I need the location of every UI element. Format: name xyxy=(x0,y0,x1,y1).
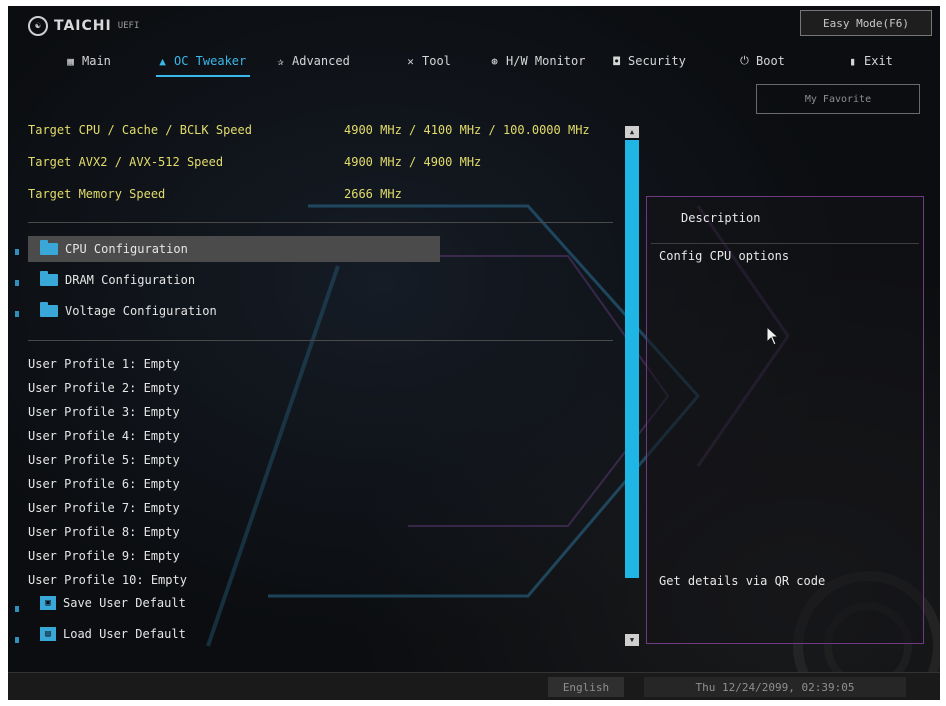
description-panel: Description Config CPU options Get detai… xyxy=(646,196,924,644)
folder-icon xyxy=(40,302,58,317)
user-profile-1[interactable]: User Profile 1: Empty xyxy=(28,354,180,374)
target-memory-label: Target Memory Speed xyxy=(28,187,166,201)
tab-boot-label: Boot xyxy=(756,54,785,68)
tab-oc-tweaker-label: OC Tweaker xyxy=(174,54,247,68)
brand-name: TAICHI xyxy=(54,18,112,34)
language-selector[interactable]: English xyxy=(548,677,624,697)
user-profile-10[interactable]: User Profile 10: Empty xyxy=(28,570,187,590)
user-profile-2[interactable]: User Profile 2: Empty xyxy=(28,378,180,398)
load-user-default-item[interactable]: ▤ Load User Default xyxy=(28,622,186,646)
item-bullet xyxy=(15,311,19,317)
status-bar: English Thu 12/24/2099, 02:39:05 xyxy=(8,672,940,700)
exit-icon: ▮ xyxy=(849,54,856,68)
dram-configuration-label: DRAM Configuration xyxy=(65,273,196,287)
save-user-default-label: Save User Default xyxy=(63,596,186,610)
user-profile-8[interactable]: User Profile 8: Empty xyxy=(28,522,180,542)
item-bullet xyxy=(15,637,19,643)
user-profile-6[interactable]: User Profile 6: Empty xyxy=(28,474,180,494)
brand: ☯ TAICHI UEFI xyxy=(28,16,139,36)
dram-configuration-item[interactable]: DRAM Configuration xyxy=(28,267,440,293)
tool-icon: ✕ xyxy=(407,54,414,68)
qr-details-text: Get details via QR code xyxy=(659,574,826,588)
tab-exit-label: Exit xyxy=(864,54,893,68)
target-cpu-value: 4900 MHz / 4100 MHz / 100.0000 MHz xyxy=(344,123,590,137)
tab-main-label: Main xyxy=(82,54,111,68)
shield-icon: ◘ xyxy=(613,54,620,68)
tab-advanced-label: Advanced xyxy=(292,54,350,68)
tab-oc-tweaker[interactable]: ▲ OC Tweaker xyxy=(156,48,251,77)
scrollbar[interactable]: ▲ ▼ xyxy=(625,126,639,646)
scroll-up-arrow-icon[interactable]: ▲ xyxy=(625,126,639,138)
tab-boot[interactable]: ⏻ Boot xyxy=(738,48,785,74)
target-memory-value: 2666 MHz xyxy=(344,187,402,201)
grid-icon: ▦ xyxy=(67,54,74,68)
brand-sub: UEFI xyxy=(117,21,140,31)
power-icon: ⏻ xyxy=(740,54,749,67)
user-profile-3[interactable]: User Profile 3: Empty xyxy=(28,402,180,422)
divider xyxy=(28,340,613,341)
description-text: Config CPU options xyxy=(659,249,790,263)
star-icon: ✰ xyxy=(277,54,284,68)
save-icon: ▣ xyxy=(40,596,56,610)
folder-icon xyxy=(40,271,58,286)
my-favorite-button[interactable]: My Favorite xyxy=(756,84,920,114)
tab-security-label: Security xyxy=(628,54,686,68)
folder-icon xyxy=(40,240,58,255)
taichi-logo-icon: ☯ xyxy=(28,16,48,36)
scroll-down-arrow-icon[interactable]: ▼ xyxy=(625,634,639,646)
item-bullet xyxy=(15,249,19,255)
user-profile-9[interactable]: User Profile 9: Empty xyxy=(28,546,180,566)
tab-security[interactable]: ◘ Security xyxy=(610,48,686,74)
bios-screen: ☯ TAICHI UEFI Easy Mode(F6) ▦ Main ▲ OC … xyxy=(8,6,940,700)
voltage-configuration-label: Voltage Configuration xyxy=(65,304,217,318)
target-avx-value: 4900 MHz / 4900 MHz xyxy=(344,155,482,169)
item-bullet xyxy=(15,606,19,612)
scrollbar-thumb[interactable] xyxy=(625,140,639,578)
tab-main[interactable]: ▦ Main xyxy=(64,48,111,74)
flame-icon: ▲ xyxy=(159,54,166,68)
target-cpu-label: Target CPU / Cache / BCLK Speed xyxy=(28,123,252,137)
tab-hw-monitor-label: H/W Monitor xyxy=(506,54,586,68)
monitor-icon: ⊛ xyxy=(491,54,498,68)
save-user-default-item[interactable]: ▣ Save User Default xyxy=(28,591,186,615)
tab-tool-label: Tool xyxy=(422,54,451,68)
description-divider xyxy=(651,243,919,244)
cpu-configuration-label: CPU Configuration xyxy=(65,242,188,256)
load-icon: ▤ xyxy=(40,627,56,641)
main-nav: ▦ Main ▲ OC Tweaker ✰ Advanced ✕ Tool ⊛ … xyxy=(8,48,940,77)
tab-hw-monitor[interactable]: ⊛ H/W Monitor xyxy=(488,48,585,74)
cpu-configuration-item[interactable]: CPU Configuration xyxy=(28,236,440,262)
user-profile-7[interactable]: User Profile 7: Empty xyxy=(28,498,180,518)
divider xyxy=(28,222,613,223)
description-title: Description xyxy=(681,211,761,225)
target-avx-label: Target AVX2 / AVX-512 Speed xyxy=(28,155,224,169)
tab-exit[interactable]: ▮ Exit xyxy=(846,48,893,74)
tab-tool[interactable]: ✕ Tool xyxy=(404,48,451,74)
user-profile-5[interactable]: User Profile 5: Empty xyxy=(28,450,180,470)
item-bullet xyxy=(15,280,19,286)
voltage-configuration-item[interactable]: Voltage Configuration xyxy=(28,298,440,324)
user-profile-4[interactable]: User Profile 4: Empty xyxy=(28,426,180,446)
load-user-default-label: Load User Default xyxy=(63,627,186,641)
tab-advanced[interactable]: ✰ Advanced xyxy=(274,48,350,74)
easy-mode-button[interactable]: Easy Mode(F6) xyxy=(800,10,932,36)
datetime-display: Thu 12/24/2099, 02:39:05 xyxy=(644,677,906,697)
mouse-pointer-icon xyxy=(766,326,780,346)
